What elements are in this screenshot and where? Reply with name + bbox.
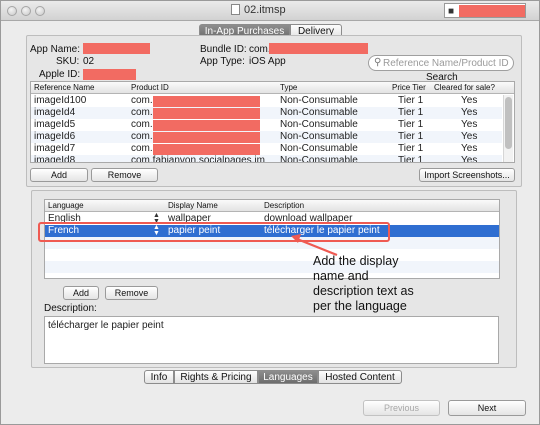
annotation-text: Add the display name and description tex…: [313, 254, 414, 313]
bundle-id-label: Bundle ID:: [200, 44, 247, 55]
languages-table-header: Language Display Name Description: [45, 200, 499, 212]
account-field[interactable]: ■: [444, 3, 526, 18]
table-header: Reference Name Product ID Type Price Tie…: [31, 82, 514, 94]
row-price-tier: Tier 1: [398, 107, 424, 118]
row-type: Non-Consumable: [280, 119, 358, 130]
row-price-tier: Tier 1: [398, 119, 424, 130]
highlight-box: [38, 222, 390, 242]
column-header-reference-name[interactable]: Reference Name: [34, 83, 94, 92]
row-price-tier: Tier 1: [398, 131, 424, 142]
row-cleared: Yes: [461, 155, 478, 163]
empty-row: [45, 261, 499, 273]
row-product-id: com.: [131, 95, 153, 106]
sku-label: SKU:: [56, 56, 80, 67]
column-header-display-name[interactable]: Display Name: [168, 201, 218, 210]
tab-hosted-content[interactable]: Hosted Content: [318, 370, 402, 384]
row-type: Non-Consumable: [280, 107, 358, 118]
column-header-price-tier[interactable]: Price Tier: [392, 83, 426, 92]
window-title-group: 02.itmsp: [231, 4, 286, 16]
row-price-tier: Tier 1: [398, 143, 424, 154]
column-header-description[interactable]: Description: [264, 201, 304, 210]
row-type: Non-Consumable: [280, 155, 358, 163]
import-screenshots-button[interactable]: Import Screenshots...: [419, 168, 515, 182]
row-cleared: Yes: [461, 143, 478, 154]
document-icon: [231, 4, 240, 15]
redacted-product-id: [153, 144, 260, 155]
redacted-account: [459, 5, 525, 17]
row-cleared: Yes: [461, 95, 478, 106]
row-reference-name: imageId4: [34, 107, 76, 118]
row-price-tier: Tier 1: [398, 155, 424, 163]
row-cleared: Yes: [461, 131, 478, 142]
redacted-product-id: [153, 132, 260, 143]
row-product-id: com.: [131, 143, 153, 154]
previous-button[interactable]: Previous: [363, 400, 440, 416]
row-type: Non-Consumable: [280, 131, 358, 142]
row-cleared: Yes: [461, 107, 478, 118]
row-product-id: com.: [131, 131, 153, 142]
app-type-value: iOS App: [249, 56, 286, 67]
table-scrollbar[interactable]: [503, 95, 513, 162]
user-icon: ■: [448, 6, 455, 17]
redacted-product-id: [153, 96, 260, 107]
tab-info[interactable]: Info: [144, 370, 174, 384]
app-window: 02.itmsp ■ In-App Purchases Delivery App…: [0, 0, 540, 425]
search-placeholder: Reference Name/Product ID: [383, 58, 509, 69]
redacted-product-id: [153, 108, 260, 119]
in-app-purchases-table: Reference Name Product ID Type Price Tie…: [30, 81, 515, 163]
row-product-id: com.: [131, 119, 153, 130]
table-row[interactable]: imageId7 com. Non-Consumable Tier 1 Yes: [31, 143, 502, 155]
search-icon: ⚲: [374, 57, 382, 68]
app-type-label: App Type:: [200, 56, 245, 67]
row-type: Non-Consumable: [280, 95, 358, 106]
row-type: Non-Consumable: [280, 143, 358, 154]
app-name-label: App Name:: [30, 44, 81, 55]
description-textarea[interactable]: télécharger le papier peint: [44, 316, 499, 364]
empty-row: [45, 249, 499, 261]
bundle-id-value: com.: [249, 44, 271, 55]
table-row[interactable]: imageId8 com.fabianvon.socialpages.im No…: [31, 155, 502, 163]
row-reference-name: imageId5: [34, 119, 76, 130]
redacted-apple-id: [83, 69, 136, 80]
tab-rights-pricing[interactable]: Rights & Pricing: [174, 370, 258, 384]
row-cleared: Yes: [461, 119, 478, 130]
row-price-tier: Tier 1: [398, 95, 424, 106]
remove-purchase-button[interactable]: Remove: [91, 168, 158, 182]
tab-languages[interactable]: Languages: [258, 370, 318, 384]
table-row[interactable]: imageId5 com. Non-Consumable Tier 1 Yes: [31, 119, 502, 131]
apple-id-label: Apple ID:: [39, 69, 81, 80]
row-reference-name: imageId6: [34, 131, 76, 142]
search-field[interactable]: ⚲ Reference Name/Product ID: [368, 55, 514, 71]
column-header-product-id[interactable]: Product ID: [131, 83, 169, 92]
redacted-app-name: [83, 43, 150, 54]
close-window-button[interactable]: [7, 6, 17, 16]
zoom-window-button[interactable]: [35, 6, 45, 16]
next-button[interactable]: Next: [448, 400, 526, 416]
row-reference-name: imageId100: [34, 95, 87, 106]
row-product-id: com.: [131, 107, 153, 118]
add-purchase-button[interactable]: Add: [30, 168, 88, 182]
column-header-type[interactable]: Type: [280, 83, 297, 92]
redacted-bundle-id: [269, 43, 368, 54]
remove-language-button[interactable]: Remove: [105, 286, 158, 300]
window-title: 02.itmsp: [244, 4, 286, 16]
add-language-button[interactable]: Add: [63, 286, 99, 300]
sku-value: 02: [83, 56, 95, 67]
table-row[interactable]: imageId100 com. Non-Consumable Tier 1 Ye…: [31, 95, 502, 107]
column-header-cleared[interactable]: Cleared for sale?: [434, 83, 495, 92]
title-bar: 02.itmsp ■: [1, 1, 539, 21]
table-row[interactable]: imageId6 com. Non-Consumable Tier 1 Yes: [31, 131, 502, 143]
minimize-window-button[interactable]: [21, 6, 31, 16]
row-product-id: com.fabianvon.socialpages.im: [131, 155, 265, 163]
redacted-product-id: [153, 120, 260, 131]
scrollbar-thumb[interactable]: [505, 97, 512, 149]
row-reference-name: imageId8: [34, 155, 76, 163]
column-header-language[interactable]: Language: [48, 201, 84, 210]
description-label: Description:: [44, 303, 97, 314]
description-text: télécharger le papier peint: [48, 320, 164, 331]
table-row[interactable]: imageId4 com. Non-Consumable Tier 1 Yes: [31, 107, 502, 119]
row-reference-name: imageId7: [34, 143, 76, 154]
